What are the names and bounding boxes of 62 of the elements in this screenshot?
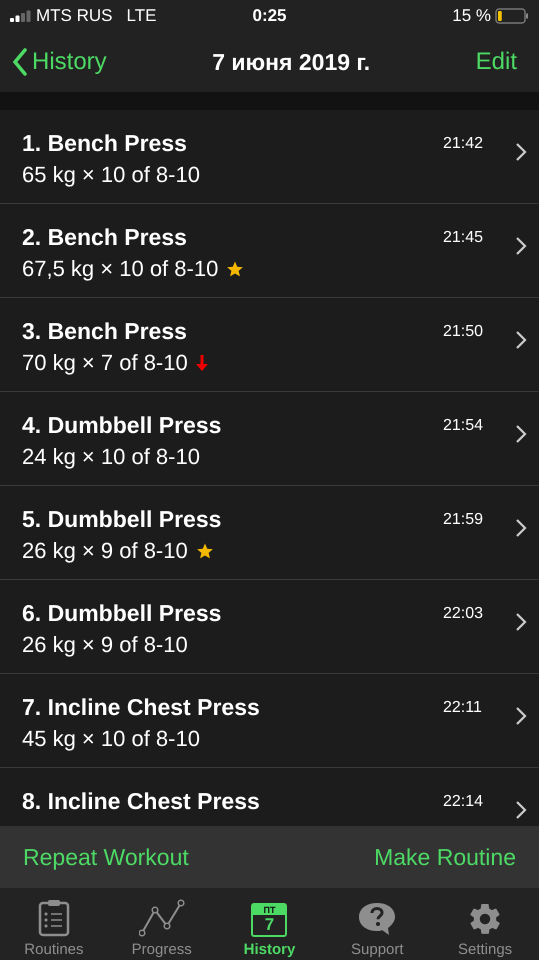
set-detail: 70 kg × 7 of 8-10	[22, 350, 188, 376]
battery-percent: 15 %	[452, 6, 491, 26]
star-icon	[226, 260, 244, 278]
exercise-title: 5. Dumbbell Press	[22, 506, 222, 533]
action-button[interactable]: Make Routine	[374, 844, 516, 870]
set-time: 21:42	[443, 135, 484, 154]
exercise-title: 6. Dumbbell Press	[22, 600, 222, 627]
set-detail: 26 kg × 9 of 8-10	[22, 538, 188, 564]
star-icon	[196, 542, 214, 560]
set-row[interactable]: 6. Dumbbell Press 22:03 26 kg × 9 of 8-10	[0, 580, 539, 674]
set-time: 21:59	[443, 511, 484, 530]
chevron-icon	[515, 518, 527, 538]
down-arrow-icon	[196, 354, 208, 372]
line-chart-icon	[138, 899, 185, 937]
help-bubble-icon	[357, 901, 398, 937]
carrier-name: MTS RUS	[36, 6, 112, 26]
set-row[interactable]: 3. Bench Press 21:50 70 kg × 7 of 8-10	[0, 298, 539, 392]
set-row[interactable]: 4. Dumbbell Press 21:54 24 kg × 10 of 8-10	[0, 392, 539, 486]
page-title: 7 июня 2019 г.	[212, 48, 370, 76]
calendar-icon: ПТ 7	[251, 903, 288, 937]
status-time: 0:25	[252, 6, 287, 26]
set-time: 21:54	[443, 417, 484, 436]
set-row[interactable]: 1. Bench Press 21:42 65 kg × 10 of 8-10	[0, 110, 539, 204]
chevron-icon	[515, 424, 527, 444]
set-detail: 67,5 kg × 10 of 8-10	[22, 256, 218, 282]
tab-bar-item[interactable]: Progress	[108, 888, 216, 960]
chevron-icon	[515, 236, 527, 256]
chevron-icon	[515, 142, 527, 162]
chevron-icon	[515, 330, 527, 350]
tab-bar-item[interactable]: Support	[323, 888, 432, 960]
action-button[interactable]: Repeat Workout	[23, 844, 189, 870]
exercise-title: 7. Incline Chest Press	[22, 694, 261, 721]
back-chevron-icon	[12, 48, 28, 76]
edit-link[interactable]: Edit	[476, 48, 517, 76]
set-row[interactable]: 7. Incline Chest Press 22:11 45 kg × 10 of 8-10	[0, 674, 539, 768]
set-time: 22:03	[443, 605, 484, 624]
set-time: 21:45	[443, 229, 484, 248]
tab-bar-item[interactable]: ПТ 7 History	[216, 888, 324, 960]
clipboard-icon	[38, 899, 70, 937]
battery-icon	[495, 8, 529, 24]
set-detail: 24 kg × 10 of 8-10	[22, 444, 200, 470]
set-detail: 26 kg × 9 of 8-10	[22, 632, 188, 658]
chevron-icon	[515, 800, 527, 820]
set-row[interactable]: 5. Dumbbell Press 21:59 26 kg × 9 of 8-10	[0, 486, 539, 580]
signal-icon	[10, 10, 32, 22]
set-row[interactable]: 2. Bench Press 21:45 67,5 kg × 10 of 8-10	[0, 204, 539, 298]
exercise-title: 3. Bench Press	[22, 318, 188, 345]
set-detail: 65 kg × 10 of 8-10	[22, 162, 200, 188]
back-link[interactable]: History	[12, 48, 107, 76]
chevron-icon	[515, 612, 527, 632]
tab-bar-item[interactable]: Routines	[0, 888, 108, 960]
set-time: 21:50	[443, 323, 484, 342]
set-time: 22:11	[443, 699, 483, 718]
tab-bar-item[interactable]: Settings	[431, 888, 539, 960]
exercise-title: 1. Bench Press	[22, 130, 188, 157]
exercise-title: 4. Dumbbell Press	[22, 412, 222, 439]
exercise-title: 8. Incline Chest Press	[22, 788, 261, 815]
network-type: LTE	[126, 6, 156, 26]
chevron-icon	[515, 706, 527, 726]
set-time: 22:14	[443, 793, 484, 812]
set-detail: 45 kg × 10 of 8-10	[22, 726, 200, 752]
exercise-title: 2. Bench Press	[22, 224, 188, 251]
